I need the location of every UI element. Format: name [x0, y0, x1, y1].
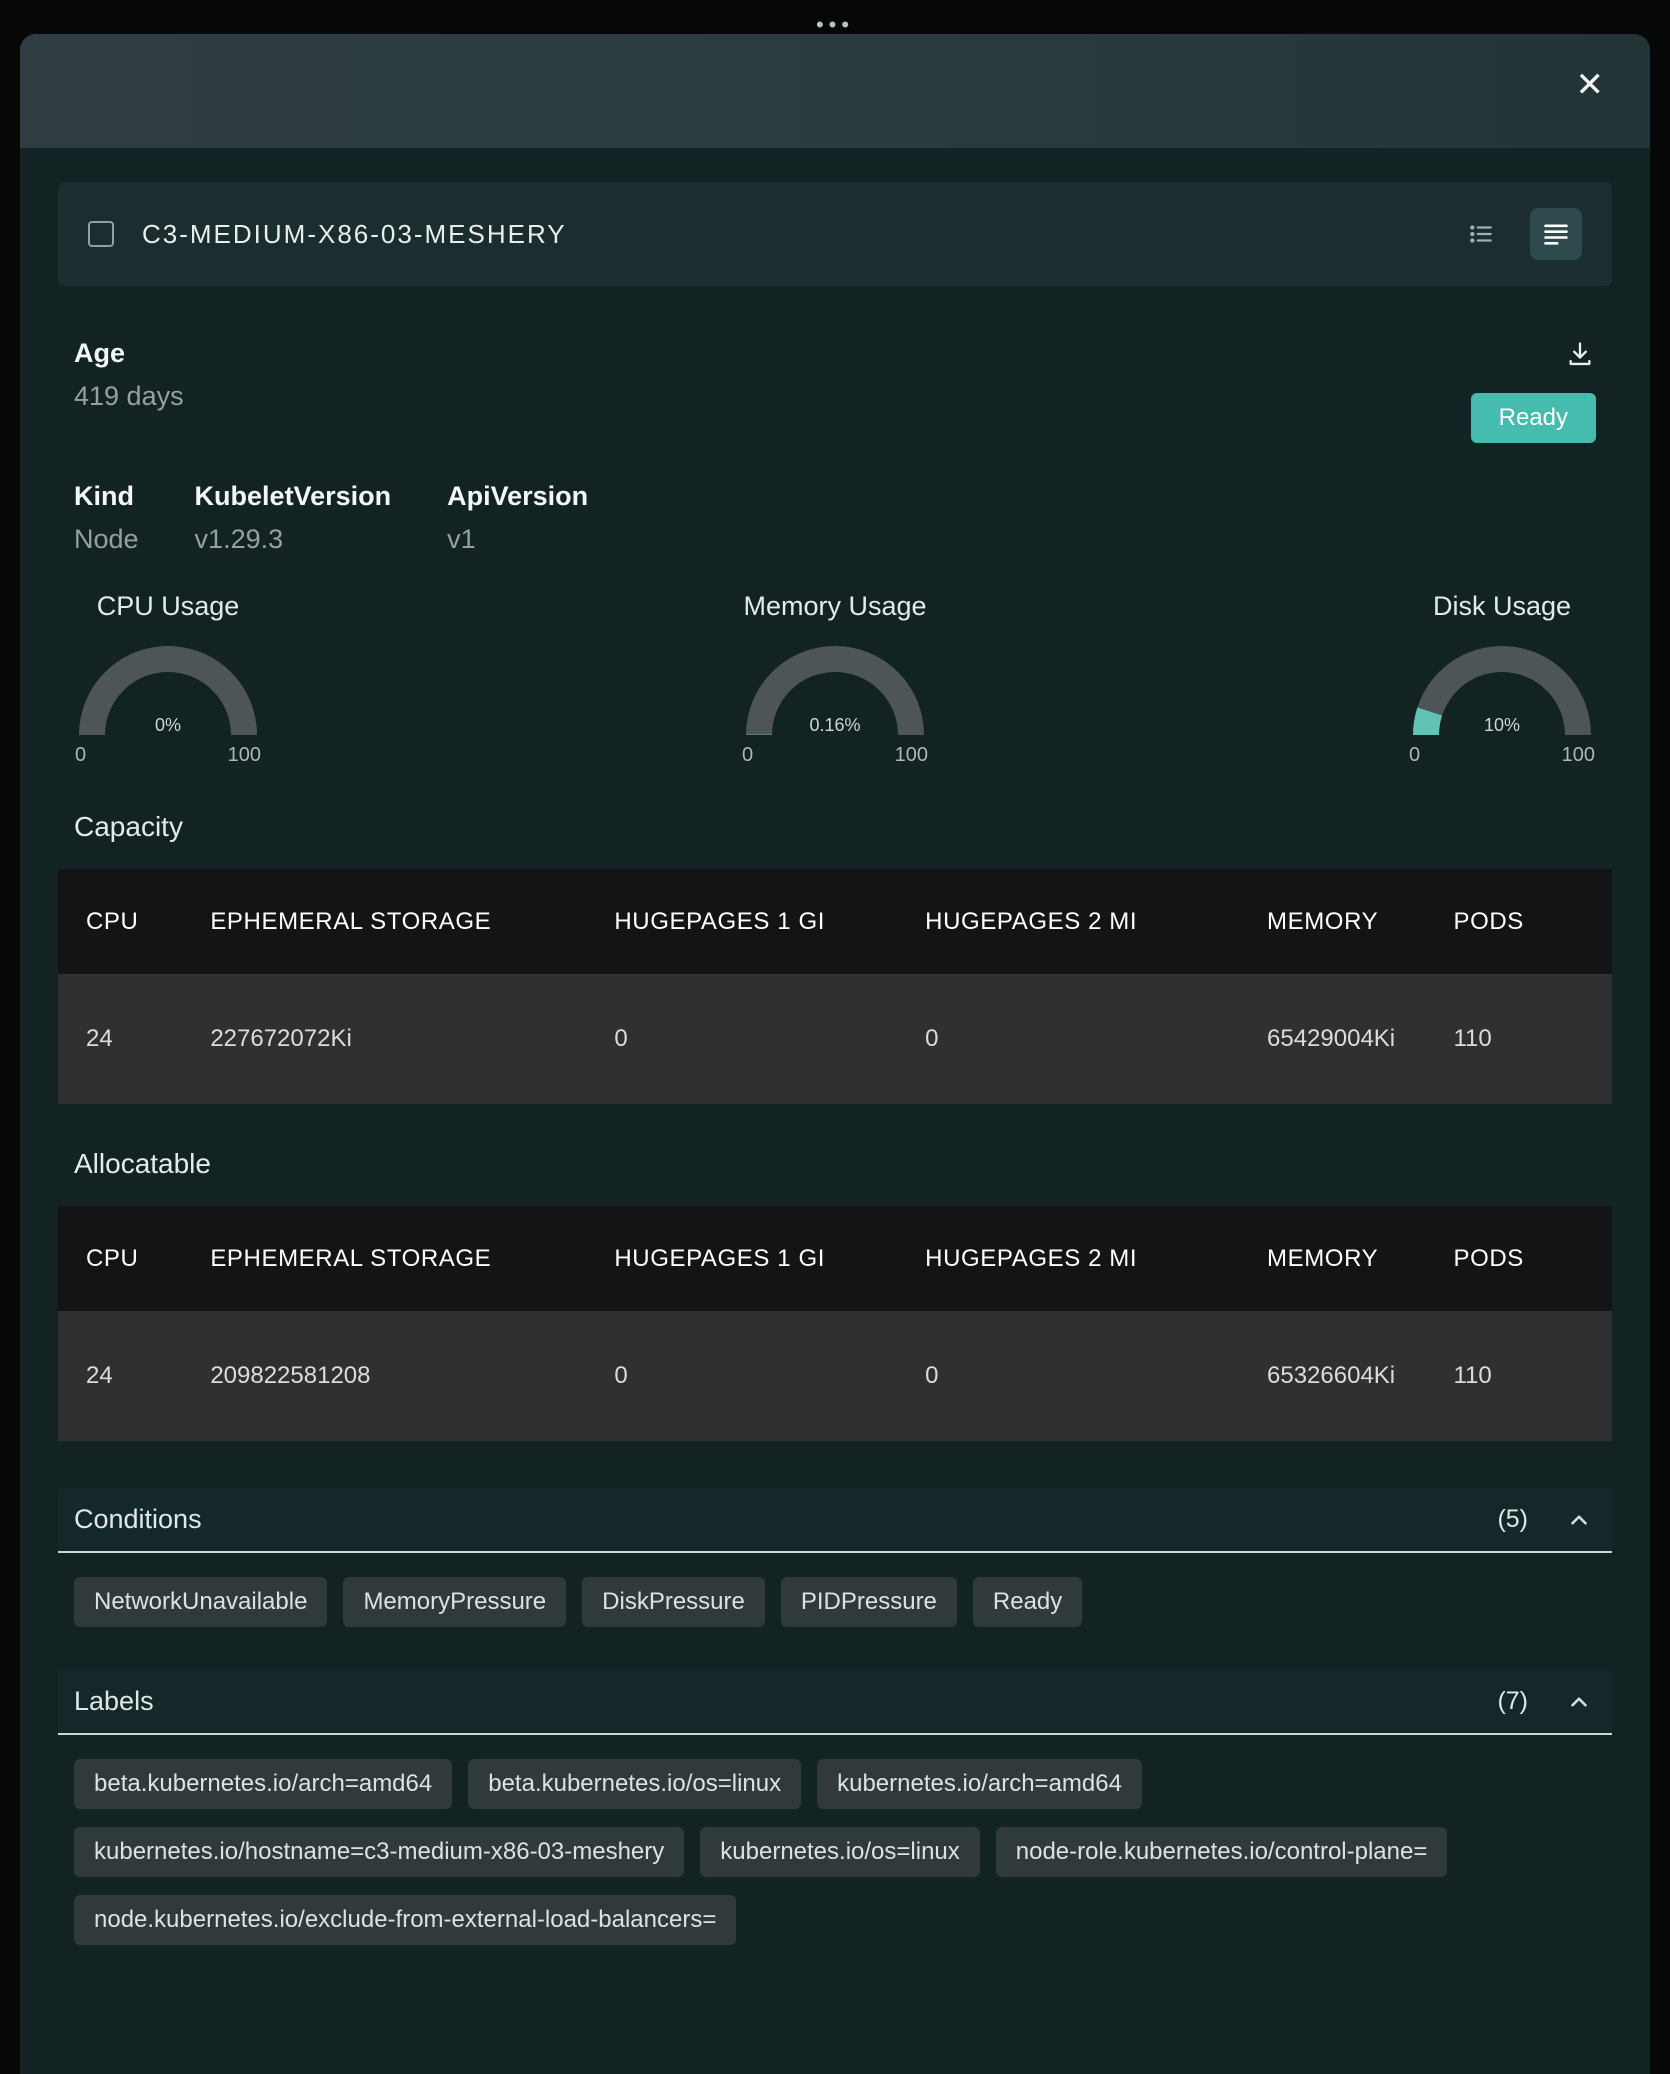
status-badge: Ready — [1471, 393, 1596, 443]
column-header: HUGEPAGES 1 GI — [586, 1206, 897, 1311]
compact-view-toggle-icon[interactable] — [1460, 213, 1502, 255]
gauge-value: 0% — [79, 715, 257, 736]
label-chip: kubernetes.io/os=linux — [700, 1827, 979, 1877]
api-version-field: ApiVersion v1 — [447, 481, 588, 555]
gauge-title: Disk Usage — [1433, 591, 1571, 622]
age-label: Age — [74, 338, 184, 369]
column-header: HUGEPAGES 2 MI — [897, 869, 1239, 974]
labels-heading: Labels — [74, 1686, 1497, 1717]
column-header: HUGEPAGES 1 GI — [586, 869, 897, 974]
meta-row: Age 419 days Ready — [58, 338, 1612, 443]
column-header: EPHEMERAL STORAGE — [182, 869, 586, 974]
capacity-table: CPU EPHEMERAL STORAGE HUGEPAGES 1 GI HUG… — [58, 869, 1612, 1104]
gauge-min: 0 — [742, 744, 753, 767]
gauge-title: Memory Usage — [743, 591, 926, 622]
condition-chip: Ready — [973, 1577, 1082, 1627]
gauge-value: 0.16% — [746, 715, 924, 736]
gauge-scale: 0 100 — [75, 744, 261, 767]
conditions-heading: Conditions — [74, 1504, 1497, 1535]
column-header: PODS — [1425, 869, 1612, 974]
cpu-usage-gauge: CPU Usage 0% 0 100 — [68, 591, 268, 767]
conditions-chips: NetworkUnavailable MemoryPressure DiskPr… — [58, 1577, 1612, 1627]
node-card-header: C3-MEDIUM-X86-03-MESHERY — [58, 182, 1612, 286]
gauge-value: 10% — [1413, 715, 1591, 736]
column-header: CPU — [58, 869, 182, 974]
column-header: MEMORY — [1239, 869, 1425, 974]
modal-content: C3-MEDIUM-X86-03-MESHERY Age 419 days — [20, 148, 1650, 2025]
cell: 65429004Ki — [1239, 974, 1425, 1104]
cell: 110 — [1425, 1311, 1612, 1441]
cell: 24 — [58, 1311, 182, 1441]
label-chip: node.kubernetes.io/exclude-from-external… — [74, 1895, 736, 1945]
labels-section-header[interactable]: Labels (7) — [58, 1671, 1612, 1735]
cell: 227672072Ki — [182, 974, 586, 1104]
label-chip: node-role.kubernetes.io/control-plane= — [996, 1827, 1448, 1877]
conditions-section-header[interactable]: Conditions (5) — [58, 1489, 1612, 1553]
kind-version-row: Kind Node KubeletVersion v1.29.3 ApiVers… — [58, 481, 1612, 555]
kind-label: Kind — [74, 481, 139, 512]
kind-value: Node — [74, 524, 139, 555]
meta-actions: Ready — [1471, 338, 1596, 443]
conditions-count: (5) — [1497, 1505, 1528, 1534]
download-icon[interactable] — [1564, 338, 1596, 373]
labels-count: (7) — [1497, 1687, 1528, 1716]
cell: 110 — [1425, 974, 1612, 1104]
memory-usage-gauge: Memory Usage 0.16% 0 100 — [735, 591, 935, 767]
table-row: 24 209822581208 0 0 65326604Ki 110 — [58, 1311, 1612, 1441]
age-block: Age 419 days — [74, 338, 184, 412]
gauge-max: 100 — [1562, 744, 1595, 767]
cell: 65326604Ki — [1239, 1311, 1425, 1441]
capacity-header-row: CPU EPHEMERAL STORAGE HUGEPAGES 1 GI HUG… — [58, 869, 1612, 974]
kind-field: Kind Node — [74, 481, 139, 555]
allocatable-heading: Allocatable — [58, 1148, 1612, 1180]
cell: 0 — [586, 974, 897, 1104]
condition-chip: PIDPressure — [781, 1577, 957, 1627]
allocatable-header-row: CPU EPHEMERAL STORAGE HUGEPAGES 1 GI HUG… — [58, 1206, 1612, 1311]
condition-chip: NetworkUnavailable — [74, 1577, 327, 1627]
cell: 0 — [897, 974, 1239, 1104]
usage-gauges: CPU Usage 0% 0 100 Memory Usage — [58, 591, 1612, 767]
label-chip: beta.kubernetes.io/os=linux — [468, 1759, 801, 1809]
column-header: CPU — [58, 1206, 182, 1311]
condition-chip: DiskPressure — [582, 1577, 765, 1627]
chevron-up-icon[interactable] — [1562, 1503, 1596, 1537]
age-value: 419 days — [74, 381, 184, 412]
select-checkbox[interactable] — [88, 221, 114, 247]
label-chip: kubernetes.io/arch=amd64 — [817, 1759, 1142, 1809]
gauge-scale: 0 100 — [1409, 744, 1595, 767]
detailed-view-toggle-icon[interactable] — [1530, 208, 1582, 260]
gauge-max: 100 — [895, 744, 928, 767]
column-header: EPHEMERAL STORAGE — [182, 1206, 586, 1311]
column-header: MEMORY — [1239, 1206, 1425, 1311]
labels-chips: beta.kubernetes.io/arch=amd64 beta.kuber… — [58, 1759, 1612, 1945]
node-title: C3-MEDIUM-X86-03-MESHERY — [142, 219, 567, 250]
api-version-label: ApiVersion — [447, 481, 588, 512]
table-row: 24 227672072Ki 0 0 65429004Ki 110 — [58, 974, 1612, 1104]
capacity-heading: Capacity — [58, 811, 1612, 843]
column-header: PODS — [1425, 1206, 1612, 1311]
disk-usage-gauge: Disk Usage 10% 0 100 — [1402, 591, 1602, 767]
gauge-max: 100 — [228, 744, 261, 767]
kubelet-version-field: KubeletVersion v1.29.3 — [195, 481, 392, 555]
condition-chip: MemoryPressure — [343, 1577, 566, 1627]
column-header: HUGEPAGES 2 MI — [897, 1206, 1239, 1311]
close-icon[interactable]: ✕ — [1576, 68, 1605, 102]
cell: 0 — [586, 1311, 897, 1441]
cell: 209822581208 — [182, 1311, 586, 1441]
gauge-min: 0 — [1409, 744, 1420, 767]
cell: 0 — [897, 1311, 1239, 1441]
label-chip: beta.kubernetes.io/arch=amd64 — [74, 1759, 452, 1809]
modal-header: ✕ — [20, 34, 1650, 148]
gauge-title: CPU Usage — [97, 591, 240, 622]
allocatable-table: CPU EPHEMERAL STORAGE HUGEPAGES 1 GI HUG… — [58, 1206, 1612, 1441]
api-version-value: v1 — [447, 524, 588, 555]
cell: 24 — [58, 974, 182, 1104]
node-details-modal: ✕ C3-MEDIUM-X86-03-MESHERY — [20, 34, 1650, 2074]
gauge-min: 0 — [75, 744, 86, 767]
gauge-scale: 0 100 — [742, 744, 928, 767]
chevron-up-icon[interactable] — [1562, 1685, 1596, 1719]
label-chip: kubernetes.io/hostname=c3-medium-x86-03-… — [74, 1827, 684, 1877]
kubelet-version-value: v1.29.3 — [195, 524, 392, 555]
kubelet-version-label: KubeletVersion — [195, 481, 392, 512]
